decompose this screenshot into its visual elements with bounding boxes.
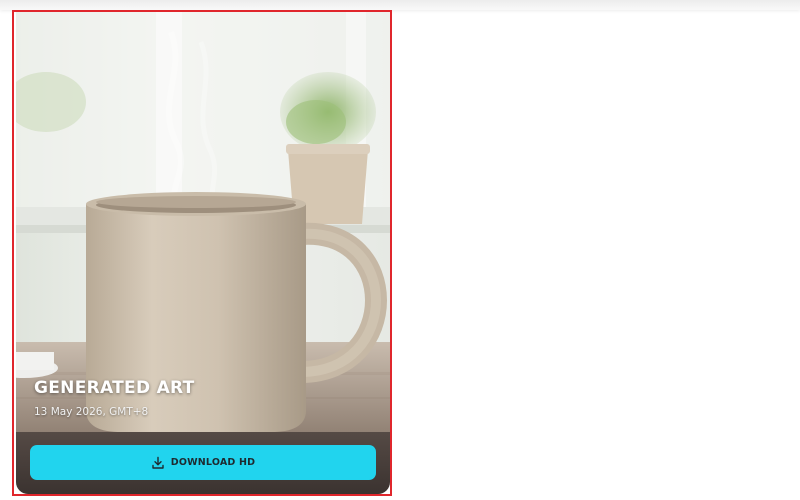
top-bar <box>0 0 800 10</box>
selection-outline <box>12 10 392 496</box>
